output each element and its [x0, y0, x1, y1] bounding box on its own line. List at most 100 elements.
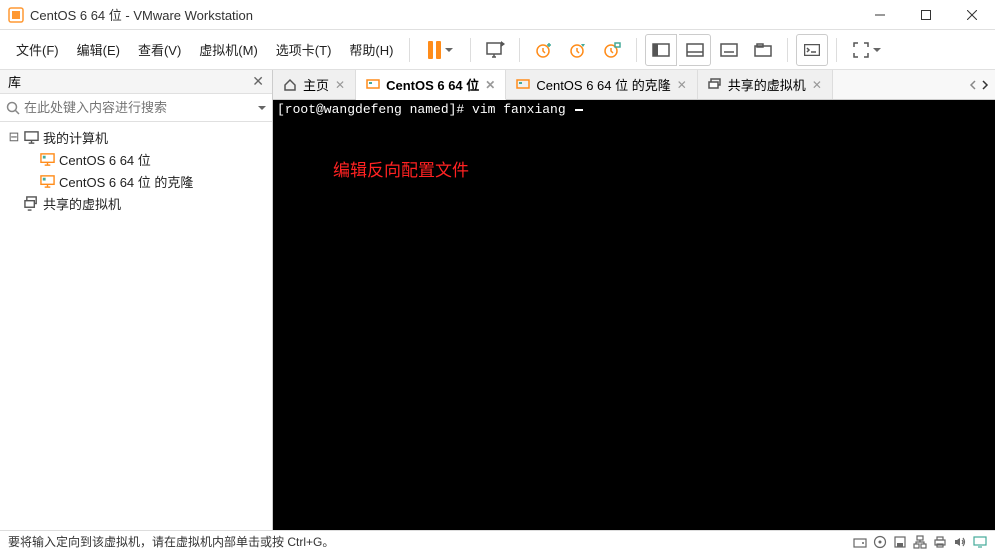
cursor: [575, 109, 583, 111]
collapse-icon[interactable]: ⊟: [8, 129, 20, 145]
menu-help[interactable]: 帮助(H): [341, 36, 401, 63]
tree-label: CentOS 6 64 位 的克隆: [59, 172, 193, 191]
vm-tree: ⊟ 我的计算机 CentOS 6 64 位 CentOS 6 64 位 的克隆 …: [0, 122, 272, 530]
sound-icon[interactable]: [953, 535, 967, 549]
nav-next-icon[interactable]: [981, 80, 989, 90]
terminal-prompt: [root@wangdefeng named]#: [277, 102, 472, 117]
monitor-icon: [24, 130, 39, 145]
tree-root-mycomputer[interactable]: ⊟ 我的计算机: [0, 126, 272, 148]
search-row: [0, 94, 272, 122]
tree-root-shared[interactable]: 共享的虚拟机: [0, 192, 272, 214]
chevron-down-icon: [445, 48, 453, 52]
status-icons: [853, 535, 987, 549]
tab-label: CentOS 6 64 位 的克隆: [536, 75, 670, 94]
disk-icon[interactable]: [853, 535, 867, 549]
chevron-down-icon: [873, 48, 881, 52]
screen-arrow-icon: [485, 41, 505, 59]
printer-icon[interactable]: [933, 535, 947, 549]
manage-snapshot-button[interactable]: [596, 34, 628, 66]
sidebar-close-button[interactable]: ✕: [252, 73, 264, 90]
tabs-nav: [963, 70, 995, 99]
menu-vm[interactable]: 虚拟机(M): [191, 36, 266, 63]
single-screen-icon: [652, 43, 670, 57]
tabs-icon: [754, 43, 772, 57]
search-input[interactable]: [24, 100, 250, 115]
view-smallbar-button[interactable]: [713, 34, 745, 66]
fullscreen-button[interactable]: [845, 34, 889, 66]
thumbnail-icon: [686, 43, 704, 57]
console-button[interactable]: [796, 34, 828, 66]
home-icon: [283, 78, 297, 92]
separator: [836, 38, 837, 62]
small-bar-icon: [720, 43, 738, 57]
menu-file[interactable]: 文件(F): [8, 36, 67, 63]
separator: [409, 38, 410, 62]
terminal[interactable]: [root@wangdefeng named]# vim fanxiang 编辑…: [273, 100, 995, 530]
chevron-down-icon[interactable]: [258, 106, 266, 110]
status-message: 要将输入定向到该虚拟机，请在虚拟机内部单击或按 Ctrl+G。: [8, 533, 853, 550]
close-icon[interactable]: ✕: [335, 78, 345, 92]
revert-snapshot-button[interactable]: [562, 34, 594, 66]
tab-label: CentOS 6 64 位: [386, 75, 479, 94]
vm-icon: [366, 78, 380, 92]
tab-centos[interactable]: CentOS 6 64 位 ✕: [356, 70, 506, 100]
clock-manage-icon: [603, 41, 621, 59]
snapshot-button[interactable]: [528, 34, 560, 66]
cd-icon[interactable]: [873, 535, 887, 549]
pause-button[interactable]: [418, 34, 462, 66]
terminal-command: vim fanxiang: [472, 102, 573, 117]
pause-icon: [428, 41, 441, 59]
window-controls: [857, 0, 995, 29]
menu-view[interactable]: 查看(V): [130, 36, 189, 63]
tab-centos-clone[interactable]: CentOS 6 64 位 的克隆 ✕: [506, 70, 697, 99]
shared-icon: [708, 78, 722, 92]
menubar: 文件(F) 编辑(E) 查看(V) 虚拟机(M) 选项卡(T) 帮助(H): [0, 30, 995, 70]
tab-label: 主页: [303, 75, 329, 94]
monitor-status-icon[interactable]: [973, 535, 987, 549]
vm-icon: [40, 152, 55, 167]
sidebar: 库 ✕ ⊟ 我的计算机 CentOS 6 64 位 CentOS 6 64 位 …: [0, 70, 273, 530]
tabs-row: 主页 ✕ CentOS 6 64 位 ✕ CentOS 6 64 位 的克隆 ✕…: [273, 70, 995, 100]
clock-plus-icon: [535, 41, 553, 59]
maximize-button[interactable]: [903, 0, 949, 29]
menu-edit[interactable]: 编辑(E): [69, 36, 128, 63]
console-icon: [804, 44, 820, 56]
titlebar: CentOS 6 64 位 - VMware Workstation: [0, 0, 995, 30]
shared-vm-icon: [24, 196, 39, 211]
tree-item-vm[interactable]: CentOS 6 64 位 的克隆: [0, 170, 272, 192]
close-button[interactable]: [949, 0, 995, 29]
tree-label: CentOS 6 64 位: [59, 150, 151, 169]
menu-tabs[interactable]: 选项卡(T): [268, 36, 340, 63]
sidebar-title: 库: [8, 72, 252, 91]
view-thumbnail-button[interactable]: [679, 34, 711, 66]
tab-label: 共享的虚拟机: [728, 75, 806, 94]
annotation-text: 编辑反向配置文件: [333, 156, 469, 181]
vmware-icon: [8, 7, 24, 23]
content-area: 主页 ✕ CentOS 6 64 位 ✕ CentOS 6 64 位 的克隆 ✕…: [273, 70, 995, 530]
close-icon[interactable]: ✕: [812, 78, 822, 92]
vm-icon: [516, 78, 530, 92]
tab-home[interactable]: 主页 ✕: [273, 70, 356, 99]
tree-label: 共享的虚拟机: [43, 194, 121, 213]
tree-item-vm[interactable]: CentOS 6 64 位: [0, 148, 272, 170]
vm-icon: [40, 174, 55, 189]
separator: [470, 38, 471, 62]
minimize-button[interactable]: [857, 0, 903, 29]
statusbar: 要将输入定向到该虚拟机，请在虚拟机内部单击或按 Ctrl+G。: [0, 530, 995, 552]
send-ctrlaltdel-button[interactable]: [479, 34, 511, 66]
clock-revert-icon: [569, 41, 587, 59]
separator: [636, 38, 637, 62]
view-single-button[interactable]: [645, 34, 677, 66]
separator: [787, 38, 788, 62]
close-icon[interactable]: ✕: [677, 78, 687, 92]
terminal-line: [root@wangdefeng named]# vim fanxiang: [277, 102, 991, 117]
close-icon[interactable]: ✕: [485, 78, 495, 92]
network-icon[interactable]: [913, 535, 927, 549]
tree-label: 我的计算机: [43, 128, 108, 147]
search-icon: [6, 101, 20, 115]
nav-prev-icon[interactable]: [969, 80, 977, 90]
separator: [519, 38, 520, 62]
view-tabs-button[interactable]: [747, 34, 779, 66]
floppy-icon[interactable]: [893, 535, 907, 549]
tab-shared[interactable]: 共享的虚拟机 ✕: [698, 70, 833, 99]
